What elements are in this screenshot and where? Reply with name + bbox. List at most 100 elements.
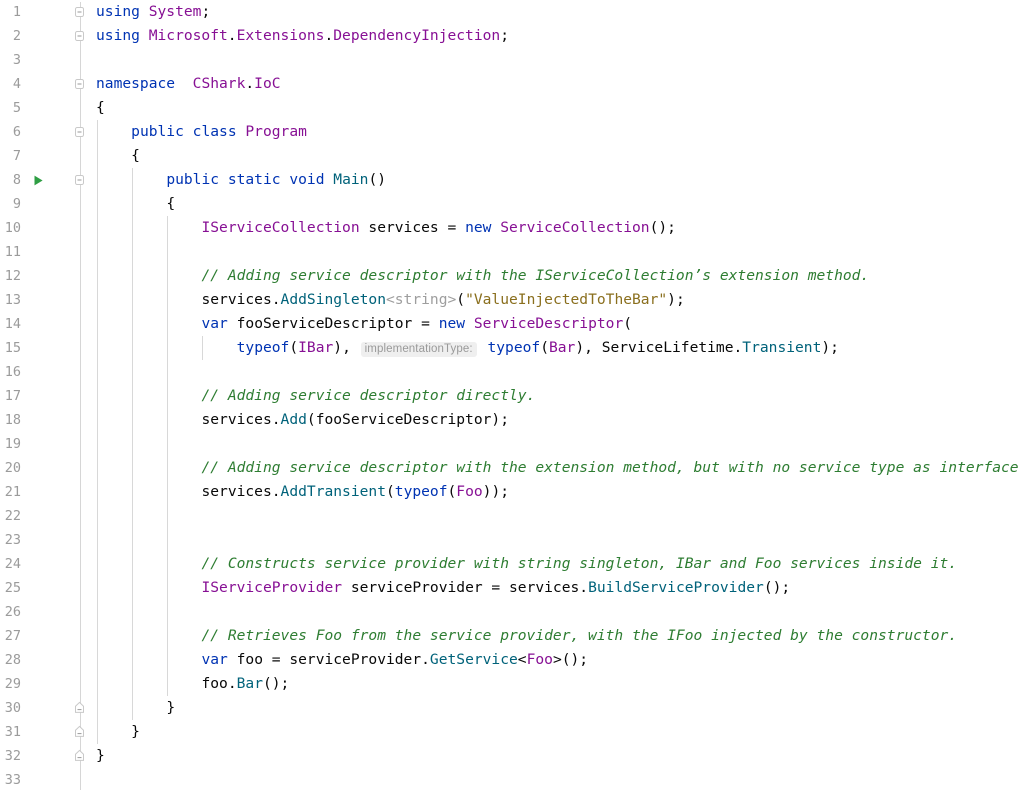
code-token: using	[96, 3, 149, 20]
code-token: ServiceLifetime	[601, 339, 734, 356]
line-number: 10	[4, 220, 21, 236]
code-token: (	[447, 483, 457, 500]
code-token: CShark	[192, 75, 246, 92]
code-token: IBar	[298, 339, 334, 356]
code-line[interactable]: {	[166, 192, 175, 216]
code-token: Program	[245, 123, 307, 140]
line-number: 31	[4, 724, 21, 740]
code-line[interactable]: namespace CShark.IoC	[96, 72, 281, 96]
line-number: 6	[12, 124, 21, 140]
code-token: public	[131, 123, 193, 140]
code-token: class	[192, 123, 246, 140]
line-number: 12	[4, 268, 21, 284]
line-number: 24	[4, 556, 21, 572]
code-token: // Constructs service provider with stri…	[201, 555, 958, 572]
code-line[interactable]: // Adding service descriptor with the ex…	[201, 456, 1021, 480]
code-token: var	[201, 315, 237, 332]
code-line[interactable]: public static void Main()	[166, 168, 386, 192]
code-token: ServiceCollection	[500, 219, 650, 236]
code-line[interactable]: using System;	[96, 0, 210, 24]
code-token: ;	[201, 3, 211, 20]
line-number: 13	[4, 292, 21, 308]
code-token: (	[289, 339, 299, 356]
code-line[interactable]: services.Add(fooServiceDescriptor);	[201, 408, 509, 432]
code-line[interactable]: // Adding service descriptor directly.	[201, 384, 535, 408]
code-token: .	[733, 339, 743, 356]
code-token: typeof	[236, 339, 290, 356]
code-token: namespace	[96, 75, 176, 92]
code-line[interactable]: IServiceCollection services = new Servic…	[201, 216, 675, 240]
code-token: Transient	[742, 339, 822, 356]
line-number: 16	[4, 364, 21, 380]
fold-region-end-icon[interactable]	[73, 720, 86, 744]
fold-region-end-icon[interactable]	[73, 696, 86, 720]
code-token: BuildServiceProvider	[588, 579, 764, 596]
fold-region-end-icon[interactable]	[73, 744, 86, 768]
code-line[interactable]: {	[131, 144, 140, 168]
code-token: ()	[368, 171, 387, 188]
code-token: System	[148, 3, 202, 20]
fold-collapse-icon[interactable]	[73, 24, 86, 48]
code-line[interactable]: // Adding service descriptor with the IS…	[201, 264, 869, 288]
code-token: new	[465, 219, 501, 236]
line-number: 8	[12, 172, 21, 188]
line-number: 28	[4, 652, 21, 668]
line-number: 32	[4, 748, 21, 764]
fold-collapse-icon[interactable]	[73, 72, 86, 96]
code-token: Main	[333, 171, 369, 188]
indent-guide	[96, 120, 98, 744]
code-line[interactable]: typeof(IBar), implementationType: typeof…	[237, 336, 839, 360]
fold-collapse-icon[interactable]	[73, 168, 86, 192]
code-token: void	[289, 171, 334, 188]
code-token: foo = serviceProvider.	[236, 651, 430, 668]
code-token: IoC	[254, 75, 281, 92]
indent-guide	[201, 336, 203, 360]
code-line[interactable]: using Microsoft.Extensions.DependencyInj…	[96, 24, 509, 48]
code-token: foo.	[201, 675, 237, 692]
code-token: ();	[262, 675, 290, 692]
code-token: IServiceProvider	[201, 579, 343, 596]
code-line[interactable]: public class Program	[131, 120, 307, 144]
code-line[interactable]: IServiceProvider serviceProvider = servi…	[201, 576, 790, 600]
fold-collapse-icon[interactable]	[73, 120, 86, 144]
code-line[interactable]: var fooServiceDescriptor = new ServiceDe…	[201, 312, 632, 336]
code-token: .	[324, 27, 334, 44]
line-number: 17	[4, 388, 21, 404]
code-content[interactable]: using System; using Microsoft.Extensions.…	[92, 0, 1021, 791]
code-token: Extensions	[236, 27, 325, 44]
code-token: // Adding service descriptor with the ex…	[201, 459, 1021, 476]
code-token: Microsoft	[148, 27, 228, 44]
code-line[interactable]: {	[96, 96, 105, 120]
line-number: 4	[12, 76, 21, 92]
code-token: Foo	[456, 483, 483, 500]
run-gutter-icon[interactable]	[33, 168, 45, 192]
parameter-name-hint: implementationType:	[360, 342, 477, 357]
code-token: ),	[333, 339, 360, 356]
code-line[interactable]: // Retrieves Foo from the service provid…	[201, 624, 957, 648]
code-line[interactable]: foo.Bar();	[201, 672, 289, 696]
code-token: services.	[201, 411, 281, 428]
code-token: AddTransient	[280, 483, 386, 500]
code-editor[interactable]: 1 2 3 4 5 6 7 8 9 10 11 12 13 14 15 16 17 18 19 20 21 22 23 24 2…	[0, 0, 1021, 791]
line-number: 25	[4, 580, 21, 596]
code-token: Bar	[236, 675, 263, 692]
code-token: .	[245, 75, 255, 92]
code-line[interactable]: var foo = serviceProvider.GetService<Foo…	[201, 648, 588, 672]
line-number: 19	[4, 436, 21, 452]
code-token: <string>	[385, 291, 457, 308]
code-line[interactable]: }	[166, 696, 175, 720]
code-line[interactable]: }	[131, 720, 140, 744]
code-line[interactable]: // Constructs service provider with stri…	[201, 552, 957, 576]
code-token: Add	[280, 411, 307, 428]
fold-collapse-icon[interactable]	[73, 0, 86, 24]
code-token: GetService	[429, 651, 518, 668]
code-token: }	[131, 723, 140, 740]
code-token: public	[166, 171, 228, 188]
code-line[interactable]: services.AddTransient(typeof(Foo));	[201, 480, 509, 504]
code-line[interactable]: }	[96, 744, 105, 768]
code-token: ();	[763, 579, 791, 596]
code-token: .	[227, 27, 237, 44]
code-line[interactable]: services.AddSingleton<string>("ValueInje…	[201, 288, 684, 312]
code-token: ();	[649, 219, 676, 236]
